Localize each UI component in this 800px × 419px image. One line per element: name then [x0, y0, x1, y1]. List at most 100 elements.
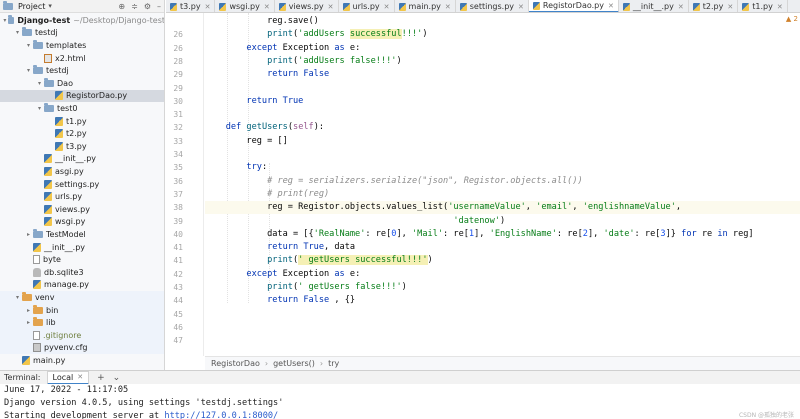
tree-item[interactable]: ▸ bin — [0, 303, 164, 317]
terminal-tab-local[interactable]: Local ✕ — [46, 370, 90, 385]
code-line[interactable] — [205, 82, 800, 95]
tree-item[interactable]: wsgi.py — [0, 216, 164, 229]
tree-item[interactable]: ▾ testdj — [0, 64, 164, 77]
code-line[interactable]: print(' getUsers successful!!!') — [205, 254, 800, 267]
tree-item[interactable]: RegistorDao.py — [0, 89, 164, 103]
tree-item[interactable]: main.py — [0, 354, 164, 367]
code-line[interactable] — [205, 321, 800, 334]
tree-item[interactable]: __init__.py — [0, 241, 164, 254]
tree-item[interactable]: views.py — [0, 203, 164, 216]
close-icon[interactable]: ✕ — [445, 3, 451, 11]
code-line[interactable]: print(' getUsers false!!!') — [205, 281, 800, 294]
close-icon[interactable]: ✕ — [328, 3, 334, 11]
close-icon[interactable]: ✕ — [608, 2, 614, 10]
chevron-down-icon[interactable]: ▾ — [13, 29, 22, 36]
collapse-all-icon[interactable]: ≑ — [131, 2, 138, 11]
tree-item[interactable]: urls.py — [0, 190, 164, 203]
code-line[interactable]: return False , {} — [205, 294, 800, 307]
breadcrumb-item[interactable]: getUsers() — [273, 359, 315, 368]
code-line[interactable] — [205, 148, 800, 161]
editor-tab[interactable]: wsgi.py ✕ — [215, 0, 275, 12]
code-line[interactable]: def getUsers(self): — [205, 121, 800, 134]
tree-item[interactable]: ▾ test0 — [0, 102, 164, 115]
locate-file-icon[interactable]: ⊕ — [118, 2, 125, 11]
tree-item[interactable]: byte — [0, 253, 164, 266]
chevron-right-icon[interactable]: ▸ — [24, 307, 33, 314]
chevron-down-icon[interactable]: ▾ — [2, 17, 8, 24]
editor-tab[interactable]: t2.py ✕ — [689, 0, 739, 12]
project-panel-title[interactable]: Project — [18, 2, 45, 11]
server-url-link[interactable]: http://127.0.0.1:8000/ — [164, 411, 278, 419]
tree-item[interactable]: __init__.py — [0, 153, 164, 166]
close-icon[interactable]: ✕ — [205, 3, 211, 11]
close-icon[interactable]: ✕ — [384, 3, 390, 11]
code-line[interactable]: try: — [205, 161, 800, 174]
tree-item[interactable]: ▾ venv — [0, 291, 164, 304]
editor-tab[interactable]: t1.py ✕ — [738, 0, 788, 12]
tree-item[interactable]: t1.py — [0, 115, 164, 128]
hide-panel-icon[interactable]: – — [157, 2, 161, 11]
code-line[interactable] — [205, 334, 800, 347]
code-line[interactable] — [205, 108, 800, 121]
code-line[interactable]: except Exception as e: — [205, 268, 800, 281]
chevron-right-icon[interactable]: ▸ — [24, 319, 33, 326]
code-line[interactable]: print('addUsers successful!!!') — [205, 28, 800, 41]
tree-item[interactable]: pyvenv.cfg — [0, 341, 164, 355]
code-editor[interactable]: ▲ 2 reg.save() print('addUsers successfu… — [205, 13, 800, 356]
chevron-right-icon[interactable]: ▸ — [24, 231, 33, 238]
code-line[interactable]: reg.save() — [205, 15, 800, 28]
code-line[interactable]: reg = Registor.objects.values_list('user… — [205, 201, 800, 215]
code-line[interactable]: return False — [205, 68, 800, 81]
chevron-down-icon[interactable]: ▾ — [35, 105, 44, 112]
tree-item[interactable]: ▾ Dao — [0, 77, 164, 90]
chevron-down-icon[interactable]: ▾ — [24, 67, 33, 74]
close-icon[interactable]: ✕ — [264, 3, 270, 11]
gear-icon[interactable]: ⚙ — [144, 2, 151, 11]
code-line[interactable] — [205, 308, 800, 321]
code-line[interactable]: print('addUsers false!!!') — [205, 55, 800, 68]
code-line[interactable]: data = [{'RealName': re[0], 'Mail': re[1… — [205, 228, 800, 241]
terminal-output[interactable]: June 17, 2022 - 11:17:05 Django version 4… — [0, 384, 800, 419]
code-line[interactable]: # reg = serializers.serialize("json", Re… — [205, 175, 800, 188]
close-icon[interactable]: ✕ — [518, 3, 524, 11]
editor-tab[interactable]: settings.py ✕ — [456, 0, 529, 12]
close-icon[interactable]: ✕ — [77, 373, 83, 381]
editor-tab[interactable]: t3.py ✕ — [166, 0, 216, 12]
chevron-down-icon[interactable]: ▾ — [48, 2, 52, 10]
close-icon[interactable]: ✕ — [777, 3, 783, 11]
add-terminal-button[interactable]: + — [97, 373, 105, 383]
terminal-options-button[interactable]: ⌄ — [113, 373, 121, 383]
close-icon[interactable]: ✕ — [678, 3, 684, 11]
chevron-down-icon[interactable]: ▾ — [24, 42, 33, 49]
code-line[interactable]: return True — [205, 95, 800, 108]
tree-item[interactable]: t2.py — [0, 127, 164, 140]
code-line[interactable]: reg = [] — [205, 135, 800, 148]
tree-item[interactable]: ▾ templates — [0, 39, 164, 52]
editor-tab[interactable]: main.py ✕ — [395, 0, 456, 12]
tree-item[interactable]: x2.html — [0, 52, 164, 65]
close-icon[interactable]: ✕ — [727, 3, 733, 11]
tree-item[interactable]: ▾ testdj — [0, 27, 164, 40]
editor-tab[interactable]: views.py ✕ — [275, 0, 339, 12]
chevron-down-icon[interactable]: ▾ — [13, 294, 22, 301]
code-line[interactable]: 'datenow') — [205, 215, 800, 228]
editor-tab[interactable]: __init__.py ✕ — [619, 0, 689, 12]
chevron-down-icon[interactable]: ▾ — [35, 80, 44, 87]
tree-item[interactable]: settings.py — [0, 178, 164, 191]
folder-icon — [7, 14, 15, 24]
code-line[interactable]: except Exception as e: — [205, 42, 800, 55]
tree-item[interactable]: t3.py — [0, 140, 164, 153]
tree-item[interactable]: asgi.py — [0, 165, 164, 178]
tree-item[interactable]: .gitignore — [0, 329, 164, 342]
code-line[interactable]: return True, data — [205, 241, 800, 254]
editor-tab[interactable]: urls.py ✕ — [339, 0, 395, 12]
code-line[interactable]: # print(reg) — [205, 188, 800, 201]
breadcrumb-item[interactable]: RegistorDao — [211, 359, 260, 368]
tree-item[interactable]: db.sqlite3 — [0, 266, 164, 279]
tree-item[interactable]: ▸ lib — [0, 316, 164, 329]
tree-item[interactable]: ▸ TestModel — [0, 228, 164, 241]
editor-tab[interactable]: RegistorDao.py ✕ — [528, 0, 619, 12]
tree-item[interactable]: ▾ Django-test ~/Desktop/Django-test — [0, 14, 164, 27]
tree-item[interactable]: manage.py — [0, 279, 164, 292]
breadcrumb-item[interactable]: try — [328, 359, 339, 368]
